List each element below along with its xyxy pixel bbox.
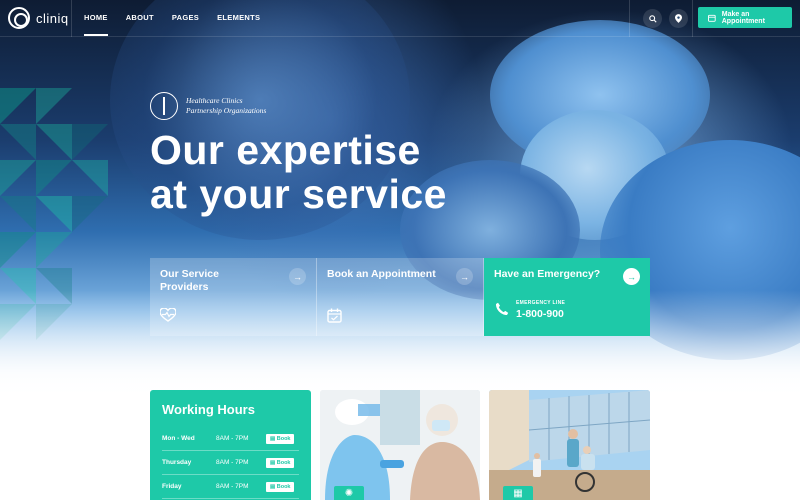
phone-icon [495, 302, 509, 316]
card-title: Book an Appointment [327, 268, 436, 280]
location-button[interactable] [669, 9, 688, 28]
nav-divider [692, 0, 693, 37]
arrow-right-icon[interactable]: → [456, 268, 473, 285]
card-title: Have an Emergency? [494, 268, 601, 280]
hours-row: Mon - Wed 8AM - 7PM ▤ Book [162, 427, 299, 451]
hours-day: Thursday [162, 459, 192, 466]
book-button[interactable]: ▤ Book [266, 457, 295, 468]
hospital-scene [489, 390, 650, 500]
partnership-badge: Healthcare Clinics Partnership Organizat… [150, 92, 266, 120]
hours-time: 8AM - 7PM [216, 483, 249, 490]
nav-divider [629, 0, 630, 37]
book-button[interactable]: ▤ Book [266, 433, 295, 444]
arrow-right-icon[interactable]: → [289, 268, 306, 285]
card-title: Our Service Providers [160, 268, 219, 293]
brand-name: cliniq [36, 10, 69, 26]
menu-item-elements[interactable]: ELEMENTS [217, 13, 260, 22]
hours-time: 8AM - 7PM [216, 435, 249, 442]
arrow-right-icon[interactable]: → [623, 268, 640, 285]
working-hours-title: Working Hours [162, 402, 255, 417]
hospital-exterior-photo[interactable]: ▦ [489, 390, 650, 500]
emergency-phone-number[interactable]: 1-800-900 [516, 308, 565, 320]
book-appointment-card[interactable]: Book an Appointment → [317, 258, 484, 336]
working-hours-panel: Working Hours Mon - Wed 8AM - 7PM ▤ Book… [150, 390, 311, 500]
service-cards: Our Service Providers → Book an Appointm… [150, 258, 650, 336]
book-label: Book [276, 459, 291, 466]
headline-line-1: Our expertise [150, 127, 421, 173]
nav-divider [71, 0, 72, 37]
logo-icon [8, 7, 30, 29]
hours-row: Thursday 8AM - 7PM ▤ Book [162, 451, 299, 475]
hours-day: Friday [162, 483, 182, 490]
emergency-line: EMERGENCY LINE 1-800-900 [516, 300, 565, 320]
book-button[interactable]: ▤ Book [266, 481, 295, 492]
hero-headline: Our expertise at your service [150, 128, 447, 216]
vaccination-photo[interactable]: ✺ [320, 390, 480, 500]
badge-line-2: Partnership Organizations [186, 106, 267, 115]
virus-icon: ✺ [334, 486, 364, 500]
calendar-icon [327, 308, 342, 323]
book-label: Book [276, 435, 291, 442]
badge-line-1: Healthcare Clinics [186, 96, 243, 105]
hours-time: 8AM - 7PM [216, 459, 249, 466]
badge-text: Healthcare Clinics Partnership Organizat… [186, 96, 266, 116]
menu-item-pages[interactable]: PAGES [172, 13, 199, 22]
location-pin-icon [675, 14, 682, 23]
emergency-line-label: EMERGENCY LINE [516, 300, 566, 306]
caduceus-seal-icon [150, 92, 178, 120]
book-label: Book [276, 483, 291, 490]
top-navigation: cliniq HOME ABOUT PAGES ELEMENTS Make an… [0, 0, 800, 37]
hours-day: Mon - Wed [162, 435, 195, 442]
emergency-card[interactable]: Have an Emergency? → EMERGENCY LINE 1-80… [484, 258, 650, 336]
headline-line-2: at your service [150, 171, 447, 217]
brand-logo[interactable]: cliniq [8, 7, 69, 29]
hours-row: Friday 8AM - 7PM ▤ Book [162, 475, 299, 499]
service-providers-card[interactable]: Our Service Providers → [150, 258, 317, 336]
search-button[interactable] [643, 9, 662, 28]
menu-item-home[interactable]: HOME [84, 13, 108, 36]
vaccination-scene [320, 390, 480, 500]
heart-pulse-icon [160, 308, 176, 322]
hospital-icon: ▦ [503, 486, 533, 500]
make-appointment-button[interactable]: Make an Appointment [698, 7, 792, 28]
make-appointment-label: Make an Appointment [721, 10, 765, 25]
menu-item-about[interactable]: ABOUT [126, 13, 154, 22]
main-menu: HOME ABOUT PAGES ELEMENTS [84, 13, 278, 36]
calendar-icon [708, 14, 716, 22]
search-icon [648, 14, 657, 23]
